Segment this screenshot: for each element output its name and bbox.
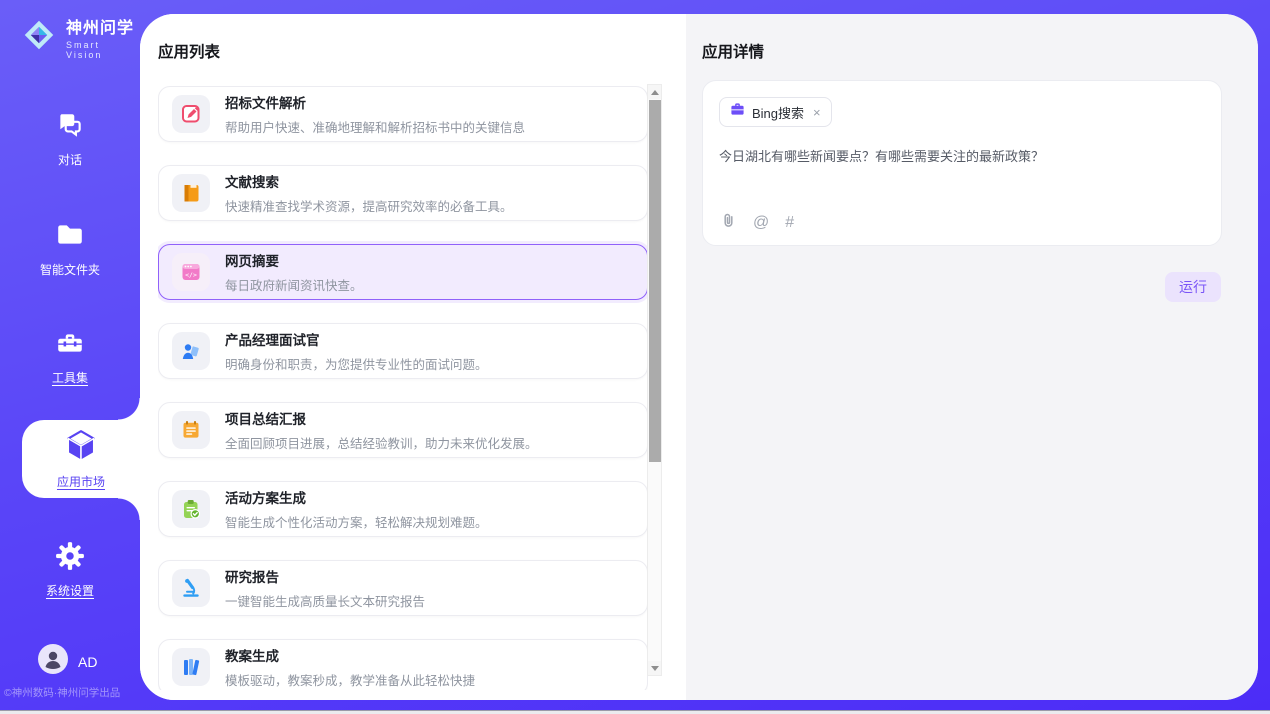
arrow-down-icon [651, 666, 659, 671]
app-name: 文献搜索 [225, 171, 513, 191]
svg-text:</>: </> [185, 271, 197, 279]
app-desc: 一键智能生成高质量长文本研究报告 [225, 591, 425, 610]
close-icon[interactable]: × [813, 105, 821, 120]
sidebar-item-label: 智能文件夹 [40, 261, 100, 278]
app-detail-pane: 应用详情 Bing搜索 × 今日湖北有哪些新闻要点？有哪些需要关注的最新政策？ [686, 14, 1258, 700]
sidebar-item-smart-folder[interactable]: 智能文件夹 [0, 220, 140, 278]
app-detail-title: 应用详情 [702, 40, 764, 62]
app-card-project-summary[interactable]: 项目总结汇报 全面回顾项目进展，总结经验教训，助力未来优化发展。 [158, 402, 648, 458]
sidebar-item-label: 工具集 [52, 369, 88, 386]
app-desc: 每日政府新闻资讯快查。 [225, 275, 363, 294]
app-card-lesson-plan[interactable]: 教案生成 模板驱动，教案秒成，教学准备从此轻松快捷 [158, 639, 648, 690]
app-list-title: 应用列表 [158, 40, 220, 62]
browser-code-icon: </> [172, 253, 210, 291]
tool-chip-label: Bing搜索 [752, 103, 804, 122]
memo-icon [172, 411, 210, 449]
mention-icon[interactable]: @ [753, 214, 769, 232]
app-card-literature-search[interactable]: 文献搜索 快速精准查找学术资源，提高研究效率的必备工具。 [158, 165, 648, 221]
cube-icon [63, 428, 99, 469]
briefcase-icon [730, 102, 745, 122]
app-name: 产品经理面试官 [225, 329, 488, 349]
app-list: 招标文件解析 帮助用户快速、准确地理解和解析招标书中的关键信息 文献搜索 快速精… [158, 86, 648, 690]
hashtag-icon[interactable]: # [785, 214, 794, 232]
list-scrollbar[interactable] [647, 84, 662, 676]
app-name: 项目总结汇报 [225, 408, 538, 428]
brand-logo: 神州问学 Smart Vision [20, 14, 140, 60]
app-card-web-summary[interactable]: </> 网页摘要 每日政府新闻资讯快查。 [158, 244, 648, 300]
edit-document-icon [172, 95, 210, 133]
app-desc: 帮助用户快速、准确地理解和解析招标书中的关键信息 [225, 117, 525, 136]
scroll-up-button[interactable] [648, 85, 661, 99]
brand-subtitle: Smart Vision [66, 40, 140, 60]
app-card-research-report[interactable]: 研究报告 一键智能生成高质量长文本研究报告 [158, 560, 648, 616]
prompt-input[interactable]: Bing搜索 × 今日湖北有哪些新闻要点？有哪些需要关注的最新政策？ @ # [702, 80, 1222, 246]
chat-icon [55, 110, 85, 145]
app-name: 网页摘要 [225, 250, 363, 270]
brand-diamond-icon [20, 16, 58, 59]
sidebar-item-label: 对话 [58, 151, 82, 168]
user-name: AD [78, 654, 97, 670]
tool-chip-bing-search[interactable]: Bing搜索 × [719, 97, 832, 127]
sidebar: 神州问学 Smart Vision 对话 智能文件夹 [0, 0, 140, 714]
app-desc: 快速精准查找学术资源，提高研究效率的必备工具。 [225, 196, 513, 215]
app-name: 教案生成 [225, 645, 475, 665]
sidebar-item-label: 系统设置 [46, 582, 94, 599]
app-card-bid-document-parse[interactable]: 招标文件解析 帮助用户快速、准确地理解和解析招标书中的关键信息 [158, 86, 648, 142]
sidebar-item-settings[interactable]: 系统设置 [0, 541, 140, 599]
brand-name: 神州问学 [66, 14, 140, 38]
gear-icon [55, 541, 85, 576]
app-desc: 模板驱动，教案秒成，教学准备从此轻松快捷 [225, 670, 475, 689]
books-icon [172, 648, 210, 686]
prompt-text: 今日湖北有哪些新闻要点？有哪些需要关注的最新政策？ [719, 147, 1205, 167]
app-name: 活动方案生成 [225, 487, 488, 507]
app-card-event-plan[interactable]: 活动方案生成 智能生成个性化活动方案，轻松解决规划难题。 [158, 481, 648, 537]
sidebar-item-label: 应用市场 [57, 473, 105, 490]
sidebar-item-chat[interactable]: 对话 [0, 110, 140, 168]
copyright-text: ©神州数码·神州问学出品 [4, 685, 140, 700]
user-profile[interactable]: AD [38, 644, 97, 679]
interviewer-icon [172, 332, 210, 370]
app-desc: 明确身份和职责，为您提供专业性的面试问题。 [225, 354, 488, 373]
app-name: 研究报告 [225, 566, 425, 586]
app-card-pm-interviewer[interactable]: 产品经理面试官 明确身份和职责，为您提供专业性的面试问题。 [158, 323, 648, 379]
main-content: 应用列表 招标文件解析 帮助用户快速、准确地理解和解析招标书中的关键信息 [140, 14, 1258, 700]
toolbox-icon [55, 328, 85, 363]
scroll-down-button[interactable] [648, 661, 661, 675]
book-icon [172, 174, 210, 212]
run-button[interactable]: 运行 [1165, 272, 1221, 302]
prompt-toolbar: @ # [720, 212, 794, 234]
app-list-pane: 应用列表 招标文件解析 帮助用户快速、准确地理解和解析招标书中的关键信息 [140, 14, 686, 700]
scrollbar-thumb[interactable] [649, 100, 661, 462]
app-desc: 智能生成个性化活动方案，轻松解决规划难题。 [225, 512, 488, 531]
sidebar-item-app-market[interactable]: 应用市场 [22, 420, 140, 498]
folder-icon [55, 220, 85, 255]
clipboard-check-icon [172, 490, 210, 528]
app-desc: 全面回顾项目进展，总结经验教训，助力未来优化发展。 [225, 433, 538, 452]
avatar [38, 644, 68, 679]
arrow-up-icon [651, 90, 659, 95]
attachment-icon[interactable] [720, 212, 737, 234]
app-name: 招标文件解析 [225, 92, 525, 112]
sidebar-item-toolset[interactable]: 工具集 [0, 328, 140, 386]
microscope-icon [172, 569, 210, 607]
